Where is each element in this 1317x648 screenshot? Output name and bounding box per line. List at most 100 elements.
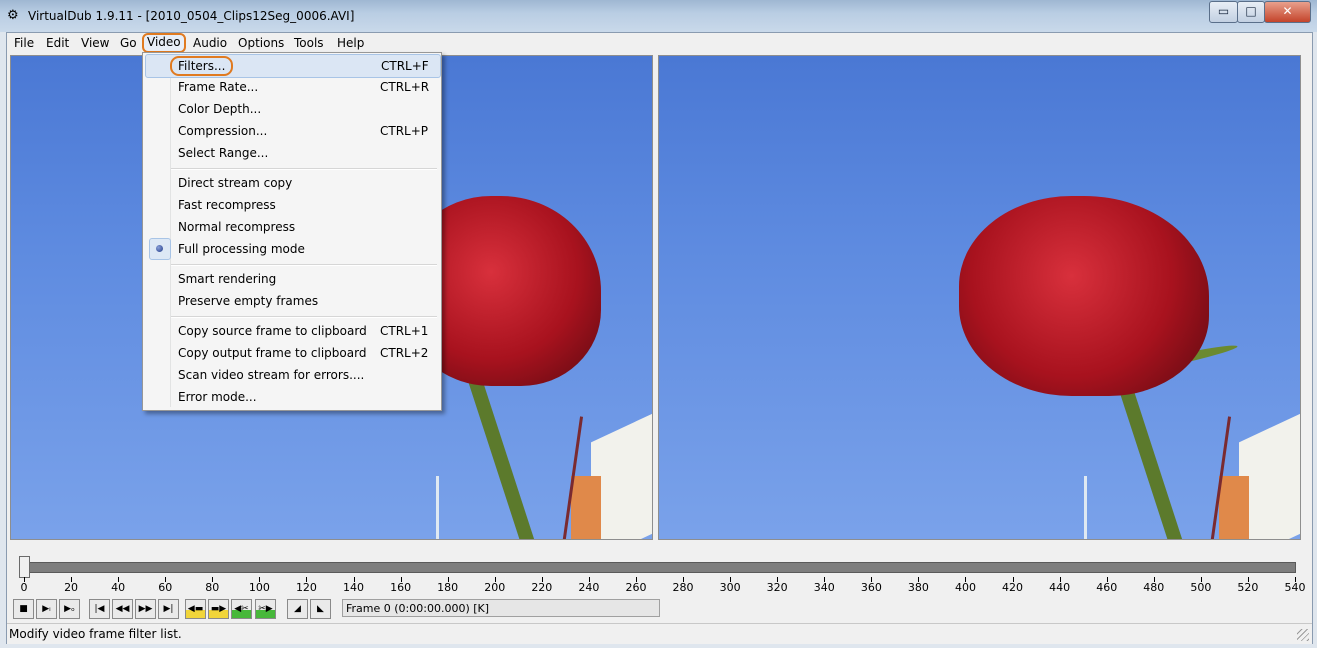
status-bar: Modify video frame filter list. xyxy=(7,623,1312,644)
menu-item-fast-recompress[interactable]: Fast recompress xyxy=(145,194,439,216)
menu-go[interactable]: Go xyxy=(117,35,140,51)
menu-item-label: Preserve empty frames xyxy=(178,294,319,308)
timeline-tick-label: 520 xyxy=(1237,581,1259,594)
step-forward-icon: ▶▶ xyxy=(138,604,153,614)
next-scene-icon: ✂▶ xyxy=(258,604,273,614)
menu-item-select-range[interactable]: Select Range... xyxy=(145,142,439,164)
prev-scene-button[interactable]: ◀✂ xyxy=(231,599,252,619)
timeline-tick-label: 340 xyxy=(813,581,835,594)
mark-out-button[interactable]: ◣ xyxy=(310,599,331,619)
menu-item-label: Compression... xyxy=(178,124,268,138)
timeline-tick-label: 360 xyxy=(860,581,882,594)
output-video-pane[interactable] xyxy=(658,55,1301,540)
timeline-tick-label: 240 xyxy=(578,581,600,594)
menu-tools[interactable]: Tools xyxy=(291,35,327,51)
timeline-track[interactable] xyxy=(20,562,1296,573)
rose-stem xyxy=(468,378,538,539)
menu-item-color-depth[interactable]: Color Depth... xyxy=(145,98,439,120)
menu-item-direct-stream-copy[interactable]: Direct stream copy xyxy=(145,172,439,194)
status-text: Modify video frame filter list. xyxy=(9,627,182,641)
menu-edit[interactable]: Edit xyxy=(43,35,72,51)
menu-item-label: Normal recompress xyxy=(178,220,296,234)
timeline-tick-label: 380 xyxy=(907,581,929,594)
menu-item-shortcut: CTRL+2 xyxy=(380,346,429,360)
stop-icon: ■ xyxy=(19,604,28,614)
timeline-tick-label: 60 xyxy=(158,581,173,594)
chimney xyxy=(571,476,601,539)
timeline-thumb[interactable] xyxy=(19,556,30,578)
menu-view[interactable]: View xyxy=(78,35,112,51)
menu-audio[interactable]: Audio xyxy=(190,35,230,51)
timeline-tick-label: 180 xyxy=(437,581,459,594)
menu-item-copy-source-frame[interactable]: Copy source frame to clipboard CTRL+1 xyxy=(145,320,439,342)
go-start-icon: |◀ xyxy=(94,604,105,614)
timeline-tick-label: 0 xyxy=(20,581,28,594)
go-start-button[interactable]: |◀ xyxy=(89,599,110,619)
menu-bar: File Edit View Go Video Audio Options To… xyxy=(7,33,1312,53)
stop-button[interactable]: ■ xyxy=(13,599,34,619)
next-keyframe-button[interactable]: ▬▶ xyxy=(208,599,229,619)
menu-item-label: Filters... xyxy=(170,56,234,76)
go-end-icon: ▶| xyxy=(163,604,174,614)
menu-help[interactable]: Help xyxy=(334,35,367,51)
menu-item-label: Error mode... xyxy=(178,390,257,404)
step-forward-button[interactable]: ▶▶ xyxy=(135,599,156,619)
rose-flower xyxy=(959,196,1209,396)
menu-item-label: Copy source frame to clipboard xyxy=(178,324,367,338)
menu-item-preserve-empty-frames[interactable]: Preserve empty frames xyxy=(145,290,439,312)
play-output-icon: ▶ₒ xyxy=(64,604,75,614)
menu-video[interactable]: Video xyxy=(142,33,186,53)
video-menu-dropdown: Filters... CTRL+F Frame Rate... CTRL+R C… xyxy=(142,52,442,411)
rose-stem xyxy=(1116,378,1186,539)
resize-grip-icon[interactable] xyxy=(1297,629,1309,641)
menu-item-shortcut: CTRL+R xyxy=(380,80,430,94)
timeline-tick-label: 480 xyxy=(1143,581,1165,594)
menu-item-compression[interactable]: Compression... CTRL+P xyxy=(145,120,439,142)
menu-item-full-processing-mode[interactable]: Full processing mode xyxy=(145,238,439,260)
menu-item-frame-rate[interactable]: Frame Rate... CTRL+R xyxy=(145,76,439,98)
menu-item-label: Fast recompress xyxy=(178,198,276,212)
menu-options[interactable]: Options xyxy=(235,35,287,51)
play-output-button[interactable]: ▶ₒ xyxy=(59,599,80,619)
mark-in-button[interactable]: ◢ xyxy=(287,599,308,619)
timeline-tick-label: 120 xyxy=(295,581,317,594)
film-gear-icon[interactable]: ⚙ xyxy=(7,9,21,23)
timeline-tick-label: 20 xyxy=(64,581,79,594)
menu-separator xyxy=(171,264,437,266)
window-title: VirtualDub 1.9.11 - [2010_0504_Clips12Se… xyxy=(28,9,355,23)
timeline-tick-label: 440 xyxy=(1049,581,1071,594)
maximize-button[interactable]: □ xyxy=(1237,1,1265,23)
play-input-button[interactable]: ▶ᵢ xyxy=(36,599,57,619)
chimney xyxy=(1219,476,1249,539)
step-back-button[interactable]: ◀◀ xyxy=(112,599,133,619)
minimize-button[interactable]: ▭ xyxy=(1209,1,1238,23)
pole xyxy=(436,476,439,539)
menu-item-shortcut: CTRL+1 xyxy=(380,324,429,338)
timeline-tick-label: 460 xyxy=(1096,581,1118,594)
menu-item-copy-output-frame[interactable]: Copy output frame to clipboard CTRL+2 xyxy=(145,342,439,364)
timeline-tick-label: 420 xyxy=(1002,581,1024,594)
radio-dot-icon xyxy=(156,245,163,252)
go-end-button[interactable]: ▶| xyxy=(158,599,179,619)
menu-item-label: Scan video stream for errors.... xyxy=(178,368,365,382)
menu-item-label: Frame Rate... xyxy=(178,80,259,94)
prev-scene-icon: ◀✂ xyxy=(234,604,249,614)
mark-in-icon: ◢ xyxy=(294,604,301,614)
close-button[interactable]: ✕ xyxy=(1264,1,1311,23)
frame-position-display: Frame 0 (0:00:00.000) [K] xyxy=(342,599,660,617)
menu-item-error-mode[interactable]: Error mode... xyxy=(145,386,439,408)
menu-item-normal-recompress[interactable]: Normal recompress xyxy=(145,216,439,238)
step-back-icon: ◀◀ xyxy=(115,604,130,614)
menu-item-label: Direct stream copy xyxy=(178,176,293,190)
timeline-tick-label: 160 xyxy=(390,581,412,594)
menu-file[interactable]: File xyxy=(11,35,37,51)
next-scene-button[interactable]: ✂▶ xyxy=(255,599,276,619)
menu-item-smart-rendering[interactable]: Smart rendering xyxy=(145,268,439,290)
menu-item-shortcut: CTRL+F xyxy=(381,59,429,73)
menu-item-scan-video-stream[interactable]: Scan video stream for errors.... xyxy=(145,364,439,386)
prev-keyframe-button[interactable]: ◀▬ xyxy=(185,599,206,619)
title-bar: ⚙ VirtualDub 1.9.11 - [2010_0504_Clips12… xyxy=(0,0,1317,32)
menu-item-filters[interactable]: Filters... CTRL+F xyxy=(145,54,441,78)
timeline-tick-label: 320 xyxy=(766,581,788,594)
menu-item-label: Smart rendering xyxy=(178,272,277,286)
